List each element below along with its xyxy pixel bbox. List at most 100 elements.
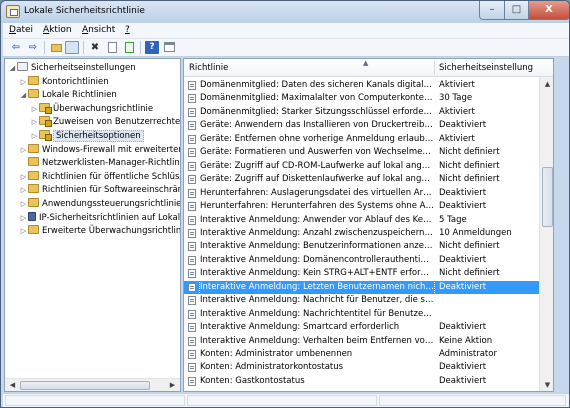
column-separator[interactable] — [434, 61, 435, 75]
menu-help[interactable]: ? — [125, 25, 130, 35]
scroll-thumb[interactable] — [20, 381, 150, 390]
tree-expand-icon[interactable]: ▷ — [19, 76, 28, 88]
folder-icon — [28, 75, 39, 85]
tree-collapse-icon[interactable]: ◢ — [19, 89, 28, 101]
tree-node[interactable]: ▷ Richtlinien für Softwareeinschränkung — [19, 184, 180, 196]
table-row[interactable]: Interaktive Anmeldung: Anwender vor Abla… — [184, 214, 539, 227]
app-window: Lokale Sicherheitsrichtlinie – □ X Datei… — [0, 0, 570, 408]
menu-help-accel: ? — [125, 25, 130, 35]
forward-arrow-icon[interactable]: ⇨ — [26, 41, 40, 54]
table-row[interactable]: Konten: Administratorkontostatus Deaktivi… — [184, 361, 539, 374]
tree-node-label: Windows-Firewall mit erweiterter Sicherh… — [42, 144, 181, 155]
table-row[interactable]: Herunterfahren: Auslagerungsdatei des vi… — [184, 187, 539, 200]
table-row[interactable]: Interaktive Anmeldung: Anzahl zwischenzu… — [184, 227, 539, 240]
column-header-sicherheitseinstellung[interactable]: Sicherheitseinstellung — [439, 63, 533, 73]
tree-node-label: Lokale Richtlinien — [42, 90, 117, 101]
tree-node[interactable]: ▷ Zuweisen von Benutzerrechten — [30, 116, 180, 128]
policy-name: Domänenmitglied: Starker Sitzungsschlüss… — [200, 106, 434, 117]
show-tree-icon[interactable] — [65, 41, 79, 54]
show-action-pane-icon[interactable] — [162, 41, 176, 54]
status-cell — [379, 395, 566, 406]
security-policy-app-icon — [6, 5, 20, 18]
policy-icon — [188, 107, 196, 117]
up-folder-icon[interactable] — [49, 41, 63, 54]
column-header-richtlinie[interactable]: Richtlinie — [189, 63, 228, 73]
table-row[interactable]: Konten: Administrator umbenennen Administ… — [184, 348, 539, 361]
policy-icon — [188, 121, 196, 131]
menu-ansicht[interactable]: Ansicht — [82, 25, 115, 35]
table-row[interactable]: Herunterfahren: Herunterfahren des Syste… — [184, 200, 539, 213]
menu-datei[interactable]: Datei — [9, 25, 33, 35]
table-row[interactable]: Interaktive Anmeldung: Domänencontroller… — [184, 254, 539, 267]
tree-node[interactable]: ▷ Sicherheitsoptionen — [30, 130, 144, 142]
tree-expand-icon[interactable]: ▷ — [19, 171, 28, 183]
tree-expand-icon[interactable]: ▷ — [19, 184, 28, 196]
tree-node[interactable]: ▷ Anwendungssteuerungsrichtlinien — [19, 198, 180, 210]
policy-name: Geräte: Anwendern das Installieren von D… — [200, 120, 434, 131]
table-row[interactable]: Interaktive Anmeldung: Benutzerinformati… — [184, 240, 539, 253]
table-row[interactable]: Interaktive Anmeldung: Kein STRG+ALT+ENT… — [184, 267, 539, 280]
tree-node[interactable]: ▷ Richtlinien für öffentliche Schlüssel — [19, 170, 180, 183]
table-row[interactable]: Geräte: Entfernen ohne vorherige Anmeldu… — [184, 133, 539, 146]
table-row[interactable]: Interaktive Anmeldung: Smartcard erforde… — [184, 321, 539, 334]
tree-expand-icon[interactable]: ▷ — [30, 116, 39, 128]
tree-node[interactable]: ▷ IP-Sicherheitsrichtlinien auf Lokaler C… — [19, 211, 180, 224]
tree-expand-icon[interactable]: ▷ — [19, 198, 28, 210]
security-setting: Deaktiviert — [439, 254, 487, 265]
list-vertical-scrollbar[interactable]: ▲ ▼ — [539, 77, 553, 391]
maximize-button[interactable]: □ — [504, 1, 529, 20]
tree-expand-icon[interactable]: ▷ — [30, 103, 39, 115]
table-row[interactable]: Konten: Gastkontostatus Deaktiviert — [184, 375, 539, 388]
scroll-right-icon[interactable]: ▶ — [166, 379, 179, 391]
policy-icon — [188, 161, 196, 171]
tree-expand-icon[interactable]: ▷ — [19, 212, 28, 224]
policy-name: Geräte: Zugriff auf CD-ROM-Laufwerke auf… — [200, 160, 434, 171]
menu-aktion[interactable]: Aktion — [43, 25, 72, 35]
close-button[interactable]: X — [528, 1, 569, 20]
table-row[interactable]: Geräte: Zugriff auf Diskettenlaufwerke a… — [184, 173, 539, 186]
tree-expand-icon[interactable]: ▷ — [19, 225, 28, 237]
tree-node-label: Richtlinien für Softwareeinschränkung — [42, 185, 180, 196]
security-setting: 30 Tage — [439, 93, 473, 104]
properties-icon[interactable] — [105, 41, 119, 54]
table-row[interactable]: Geräte: Anwendern das Installieren von D… — [184, 119, 539, 132]
security-setting: Nicht definiert — [439, 174, 500, 185]
table-row[interactable]: Domänenmitglied: Maximalalter von Comput… — [184, 92, 539, 105]
policy-name: Herunterfahren: Auslagerungsdatei des vi… — [200, 187, 434, 198]
security-setting: 5 Tage — [439, 214, 467, 225]
tree-node[interactable]: ◢ Lokale Richtlinien — [19, 89, 117, 101]
table-row[interactable]: Interaktive Anmeldung: Letzten Benutzern… — [184, 279, 539, 295]
tree-node[interactable]: ▷ Kontorichtlinien — [19, 75, 109, 88]
security-setting: Nicht definiert — [439, 241, 500, 252]
policy-icon — [188, 336, 196, 346]
scroll-thumb[interactable] — [542, 167, 553, 227]
tree-node[interactable]: ▷ Windows-Firewall mit erweiterter Sicher… — [19, 143, 181, 156]
delete-icon[interactable]: ✖ — [88, 41, 102, 54]
tree-node[interactable]: ▷ Überwachungsrichtlinie — [30, 102, 153, 115]
table-row[interactable]: Interaktive Anmeldung: Nachricht für Ben… — [184, 294, 539, 307]
tree-expand-icon[interactable]: ▷ — [19, 144, 28, 156]
tree-node[interactable]: ▷ Erweiterte Überwachungsrichtlinienkonfi… — [19, 225, 180, 237]
scroll-up-icon[interactable]: ▲ — [541, 77, 553, 91]
scroll-left-icon[interactable]: ◀ — [6, 379, 19, 391]
export-list-icon[interactable] — [122, 41, 136, 54]
table-row[interactable]: Interaktive Anmeldung: Verhalten beim En… — [184, 335, 539, 348]
tree-collapse-icon[interactable]: ◢ — [8, 62, 17, 74]
help-icon[interactable]: ? — [145, 41, 159, 54]
table-row[interactable]: Geräte: Zugriff auf CD-ROM-Laufwerke auf… — [184, 160, 539, 173]
back-arrow-icon[interactable]: ⇦ — [9, 41, 23, 54]
table-row[interactable]: Domänenmitglied: Starker Sitzungsschlüss… — [184, 106, 539, 119]
tree-node[interactable]: Netzwerklisten-Manager-Richtlinien — [19, 157, 180, 169]
policy-icon — [188, 296, 196, 306]
table-row[interactable]: Domänenmitglied: Daten des sicheren Kana… — [184, 79, 539, 92]
title-bar[interactable]: Lokale Sicherheitsrichtlinie – □ X — [1, 1, 569, 23]
scroll-down-icon[interactable]: ▼ — [541, 378, 553, 391]
table-row[interactable]: Interaktive Anmeldung: Nachrichtentitel … — [184, 308, 539, 321]
tree-node[interactable]: ◢ Sicherheitseinstellungen — [8, 62, 136, 74]
tree-expand-icon[interactable]: ▷ — [30, 130, 39, 142]
tree-horizontal-scrollbar[interactable]: ◀ ▶ — [5, 378, 180, 391]
table-row[interactable]: Geräte: Formatieren und Auswerfen von We… — [184, 146, 539, 159]
security-setting: Deaktiviert — [439, 187, 487, 198]
minimize-button[interactable]: – — [479, 1, 505, 20]
policy-name: Interaktive Anmeldung: Nachricht für Ben… — [200, 295, 434, 306]
